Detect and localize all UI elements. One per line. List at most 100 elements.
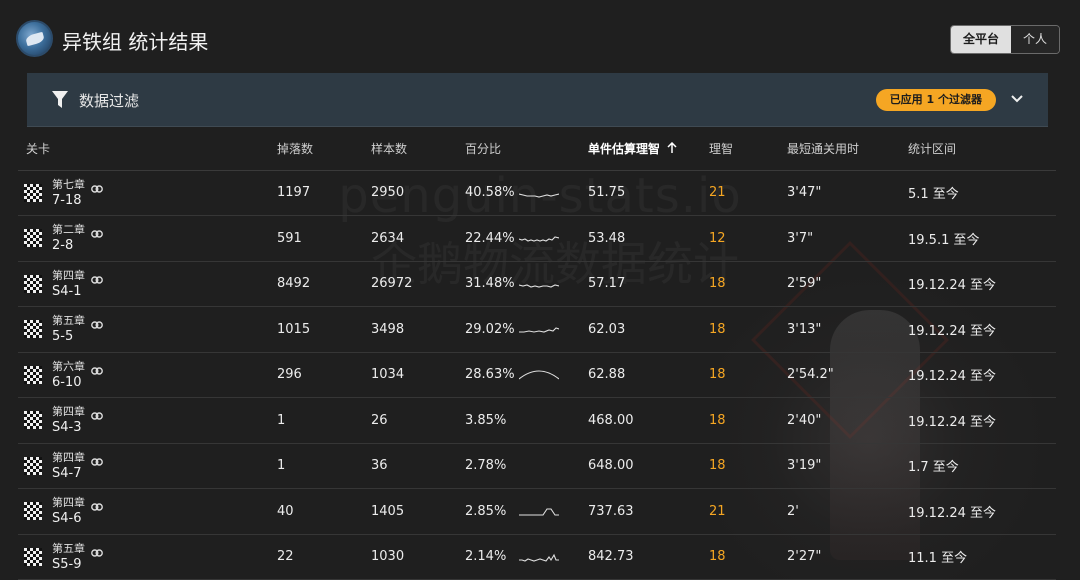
data-filter-bar[interactable]: 数据过滤 已应用 1 个过滤器 xyxy=(27,73,1048,127)
table-row[interactable]: 第四章 S4-1 8492 26972 31.48% 57.17 18 2'59… xyxy=(18,261,1056,307)
link-icon[interactable] xyxy=(91,549,103,557)
time-range: 19.12.24 至今 xyxy=(908,369,997,385)
trend-sparkline xyxy=(519,284,559,288)
ap-cost: 12 xyxy=(709,230,726,246)
ap-cost: 18 xyxy=(709,549,726,565)
percentage-value: 31.48% xyxy=(465,276,515,292)
checkered-flag-icon xyxy=(24,320,42,339)
stage-cell[interactable]: 第二章 2-8 xyxy=(18,216,277,262)
checkered-flag-icon xyxy=(24,456,42,475)
sample-count: 26 xyxy=(371,412,388,428)
stage-cell[interactable]: 第四章 S4-3 xyxy=(18,398,277,444)
table-row[interactable]: 第五章 S5-9 22 1030 2.14% 842.73 18 2'27" 1… xyxy=(18,534,1056,580)
drop-count: 8492 xyxy=(277,276,311,292)
drop-count: 591 xyxy=(277,230,302,246)
drop-count: 22 xyxy=(277,549,294,565)
percentage-cell: 28.63% xyxy=(465,352,588,398)
ap-per-item: 57.17 xyxy=(588,276,626,292)
ap-per-item: 648.00 xyxy=(588,458,634,474)
min-clear-time: 2' xyxy=(787,503,799,519)
ap-cost: 21 xyxy=(709,503,726,519)
arrow-up-icon xyxy=(667,142,677,154)
platform-toggle[interactable]: 全平台 个人 xyxy=(949,25,1060,54)
sample-count: 3498 xyxy=(371,321,405,337)
sample-count: 1030 xyxy=(371,549,405,565)
checkered-flag-icon xyxy=(24,274,42,293)
col-samples[interactable]: 样本数 xyxy=(371,128,465,171)
percentage-value: 28.63% xyxy=(465,367,515,383)
filter-applied-badge[interactable]: 已应用 1 个过滤器 xyxy=(875,89,996,111)
trend-sparkline xyxy=(519,327,559,333)
col-ap-cost[interactable]: 理智 xyxy=(709,128,787,171)
stage-cell[interactable]: 第五章 S5-9 xyxy=(18,534,277,580)
sample-count: 1034 xyxy=(371,367,405,383)
col-stage[interactable]: 关卡 xyxy=(18,128,277,171)
toggle-personal[interactable]: 个人 xyxy=(1010,26,1059,53)
table-row[interactable]: 第五章 5-5 1015 3498 29.02% 62.03 18 3'13" … xyxy=(18,307,1056,353)
link-icon[interactable] xyxy=(91,367,103,375)
stage-chapter: 第五章 xyxy=(52,314,85,328)
link-icon[interactable] xyxy=(91,185,103,193)
stage-code: S4-6 xyxy=(52,511,82,527)
col-min-clear-time[interactable]: 最短通关用时 xyxy=(787,128,908,171)
filter-label: 数据过滤 xyxy=(79,92,140,110)
stage-cell[interactable]: 第四章 S4-7 xyxy=(18,443,277,489)
table-row[interactable]: 第七章 7-18 1197 2950 40.58% 51.75 21 3'47"… xyxy=(18,170,1056,216)
time-range: 19.12.24 至今 xyxy=(908,414,997,430)
percentage-value: 3.85% xyxy=(465,412,507,428)
time-range: 1.7 至今 xyxy=(908,460,959,476)
link-icon[interactable] xyxy=(91,230,103,238)
link-icon[interactable] xyxy=(91,276,103,284)
stage-code: S4-1 xyxy=(52,283,82,299)
min-clear-time: 3'13" xyxy=(787,321,822,337)
table-row[interactable]: 第四章 S4-6 40 1405 2.85% 737.63 21 2' 19.1… xyxy=(18,489,1056,535)
ap-per-item: 62.88 xyxy=(588,367,626,383)
chevron-down-icon[interactable] xyxy=(1010,92,1024,106)
min-clear-time: 3'7" xyxy=(787,230,814,246)
col-drop-count[interactable]: 掉落数 xyxy=(277,128,371,171)
col-percentage[interactable]: 百分比 xyxy=(465,128,588,171)
ap-per-item: 62.03 xyxy=(588,321,626,337)
sample-count: 2634 xyxy=(371,230,405,246)
sample-count: 26972 xyxy=(371,276,413,292)
time-range: 19.5.1 至今 xyxy=(908,232,980,248)
col-ap-per-item[interactable]: 单件估算理智 xyxy=(588,128,709,171)
link-icon[interactable] xyxy=(91,412,103,420)
ap-per-item: 53.48 xyxy=(588,230,626,246)
min-clear-time: 2'40" xyxy=(787,412,822,428)
trend-sparkline xyxy=(519,553,559,562)
percentage-value: 2.85% xyxy=(465,503,507,519)
stage-cell[interactable]: 第六章 6-10 xyxy=(18,352,277,398)
stage-cell[interactable]: 第四章 S4-6 xyxy=(18,489,277,535)
percentage-value: 29.02% xyxy=(465,321,515,337)
link-icon[interactable] xyxy=(91,458,103,466)
toggle-all-platforms[interactable]: 全平台 xyxy=(950,26,1011,53)
stage-chapter: 第五章 xyxy=(52,541,85,555)
table-row[interactable]: 第四章 S4-7 1 36 2.78% 648.00 18 3'19" 1.7 … xyxy=(18,443,1056,489)
col-time-range[interactable]: 统计区间 xyxy=(908,128,1056,171)
stage-chapter: 第二章 xyxy=(52,223,85,237)
drop-count: 1 xyxy=(277,458,286,474)
percentage-cell: 2.14% xyxy=(465,534,588,580)
sample-count: 1405 xyxy=(371,503,405,519)
stage-cell[interactable]: 第五章 5-5 xyxy=(18,307,277,353)
link-icon[interactable] xyxy=(91,503,103,511)
stage-cell[interactable]: 第四章 S4-1 xyxy=(18,261,277,307)
percentage-cell: 29.02% xyxy=(465,307,588,353)
stage-chapter: 第六章 xyxy=(52,359,85,373)
table-row[interactable]: 第六章 6-10 296 1034 28.63% 62.88 18 2'54.2… xyxy=(18,352,1056,398)
trend-sparkline xyxy=(519,413,559,427)
link-icon[interactable] xyxy=(91,321,103,329)
trend-sparkline xyxy=(519,459,559,473)
stage-cell[interactable]: 第七章 7-18 xyxy=(18,170,277,216)
table-row[interactable]: 第四章 S4-3 1 26 3.85% 468.00 18 2'40" 19.1… xyxy=(18,398,1056,444)
page-title: 异铁组 统计结果 xyxy=(62,30,209,54)
ap-cost: 18 xyxy=(709,321,726,337)
percentage-value: 22.44% xyxy=(465,230,515,246)
table-row[interactable]: 第二章 2-8 591 2634 22.44% 53.48 12 3'7" 19… xyxy=(18,216,1056,262)
percentage-cell: 31.48% xyxy=(465,261,588,307)
stage-code: 7-18 xyxy=(52,192,82,208)
percentage-cell: 2.78% xyxy=(465,443,588,489)
trend-sparkline xyxy=(519,508,559,516)
stage-chapter: 第七章 xyxy=(52,177,85,191)
